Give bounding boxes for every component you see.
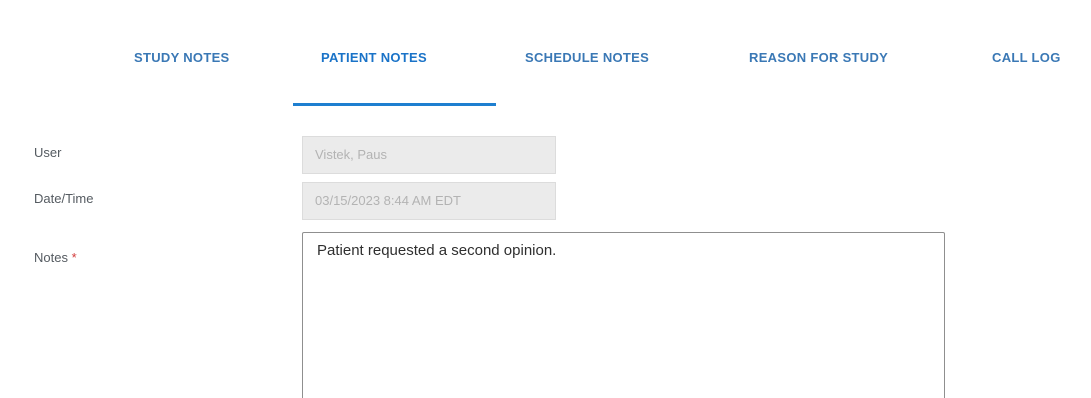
tab-schedule-notes[interactable]: SCHEDULE NOTES	[525, 46, 649, 70]
notes-label-text: Notes	[34, 250, 68, 265]
tab-reason-for-study[interactable]: REASON FOR STUDY	[749, 46, 888, 70]
notes-label: Notes *	[34, 250, 77, 265]
datetime-label: Date/Time	[34, 191, 94, 206]
tab-call-log[interactable]: CALL LOG	[992, 46, 1061, 70]
tab-patient-notes[interactable]: PATIENT NOTES	[321, 46, 427, 70]
user-field: Vistek, Paus	[302, 136, 556, 174]
datetime-field: 03/15/2023 8:44 AM EDT	[302, 182, 556, 220]
required-indicator: *	[71, 250, 77, 265]
active-tab-indicator	[293, 103, 496, 106]
user-label: User	[34, 145, 62, 160]
notes-tab-bar: STUDY NOTES PATIENT NOTES SCHEDULE NOTES…	[0, 0, 1091, 108]
patient-notes-page: STUDY NOTES PATIENT NOTES SCHEDULE NOTES…	[0, 0, 1091, 398]
tab-study-notes[interactable]: STUDY NOTES	[134, 46, 230, 70]
notes-textarea[interactable]: Patient requested a second opinion.	[302, 232, 945, 398]
